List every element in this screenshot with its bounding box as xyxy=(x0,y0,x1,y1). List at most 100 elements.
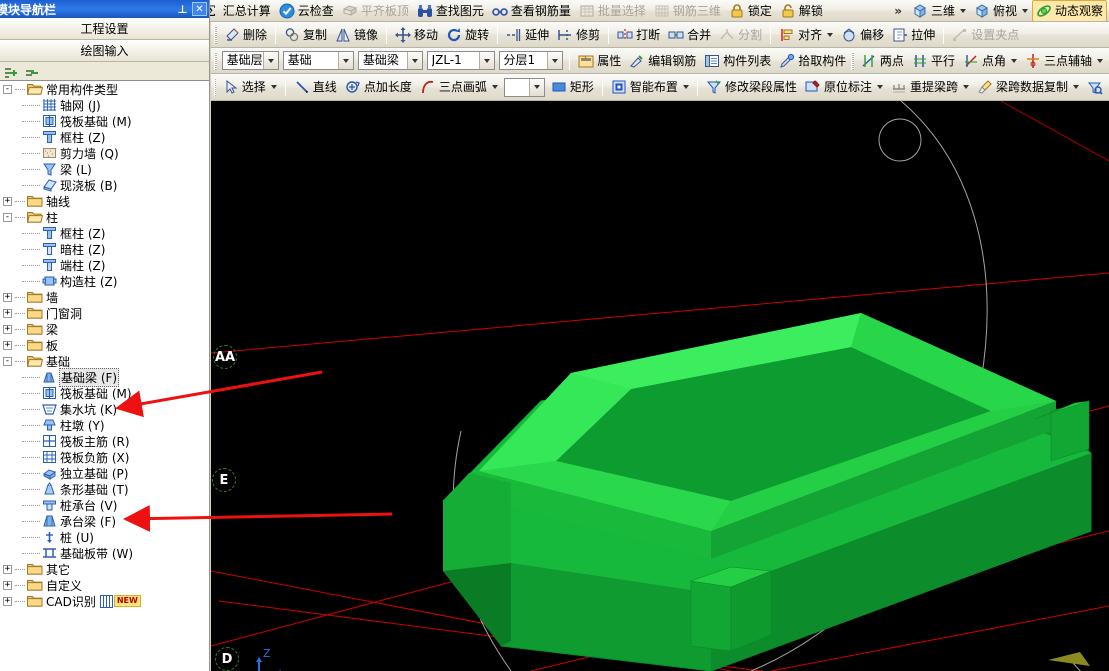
align-caret-icon[interactable] xyxy=(827,32,834,37)
tree-shear-wall[interactable]: 剪力墙 (Q) xyxy=(0,145,209,161)
tree-door-window-opening[interactable]: + 门窗洞 xyxy=(0,305,209,321)
axis-bubble-aa[interactable]: AA xyxy=(213,345,237,369)
find-element-button[interactable]: 查找图元 xyxy=(413,0,488,21)
tree-isolated-foundation[interactable]: 独立基础 (P) xyxy=(0,465,209,481)
delete-button[interactable]: 删除 xyxy=(220,24,271,46)
axis-bubble-d[interactable]: D xyxy=(215,647,239,671)
expand-toggle-icon[interactable]: + xyxy=(3,196,12,206)
select-caret-icon[interactable] xyxy=(270,85,277,89)
tree-slabs[interactable]: + 板 xyxy=(0,337,209,353)
expand-all-icon[interactable] xyxy=(4,65,20,81)
smart-layout-button[interactable]: 智能布置 xyxy=(607,76,693,98)
smart-layout-caret-icon[interactable] xyxy=(682,85,689,89)
re-extract-beam-span-button[interactable]: 重提梁跨 xyxy=(887,76,973,98)
tree-columns[interactable]: -柱 xyxy=(0,209,209,225)
expand-toggle-icon[interactable]: + xyxy=(3,292,12,302)
parallel-button[interactable]: 平行 xyxy=(908,50,959,72)
extend-button[interactable]: 延伸 xyxy=(502,24,553,46)
expand-toggle-icon[interactable]: + xyxy=(3,596,12,606)
tree-frame-column[interactable]: 框柱 (Z) xyxy=(0,225,209,241)
tree-custom[interactable]: + 自定义 xyxy=(0,577,209,593)
beam-query-button[interactable] xyxy=(1083,76,1107,98)
three-point-arc-button[interactable]: 三点画弧 xyxy=(416,76,502,98)
in-situ-annotation-caret-icon[interactable] xyxy=(876,85,883,89)
toolbar-grip[interactable] xyxy=(214,78,216,96)
tree-end-column[interactable]: 端柱 (Z) xyxy=(0,257,209,273)
tree-pile[interactable]: 桩 (U) xyxy=(0,529,209,545)
category-combo[interactable]: 基础 xyxy=(282,51,354,70)
tree-strip-foundation[interactable]: 条形基础 (T) xyxy=(0,481,209,497)
draw-mode-combo[interactable] xyxy=(503,77,545,97)
layer-combo[interactable]: 分层1 xyxy=(498,51,564,70)
edit-rebar-button[interactable]: 编辑钢筋 xyxy=(625,50,700,72)
stretch-button[interactable]: 拉伸 xyxy=(888,24,939,46)
tree-others[interactable]: + 其它 xyxy=(0,561,209,577)
floor-combo[interactable]: 基础层 xyxy=(221,51,279,70)
chevron-down-icon[interactable] xyxy=(262,52,278,69)
tree-foundation-slab-band[interactable]: 基础板带 (W) xyxy=(0,545,209,561)
point-add-length-button[interactable]: 点加长度 xyxy=(341,76,416,98)
tree-hidden-column[interactable]: 暗柱 (Z) xyxy=(0,241,209,257)
toolbar-grip[interactable] xyxy=(851,51,854,70)
dynamic-observe-button[interactable]: 动态观察 xyxy=(1031,0,1107,21)
break-button[interactable]: 打断 xyxy=(613,24,664,46)
tree-foundation-beam[interactable]: 基础梁 (F) xyxy=(0,367,209,387)
tree-beam-common[interactable]: 梁 (L) xyxy=(0,161,209,177)
tree-sump-pit[interactable]: 集水坑 (K) xyxy=(0,401,209,417)
three-point-aux-axis-button[interactable]: 三点辅轴 xyxy=(1021,50,1107,72)
tree-axis-net[interactable]: 轴网 (J) xyxy=(0,97,209,113)
chevron-down-icon[interactable] xyxy=(337,52,353,69)
tree-axis-lines[interactable]: + 轴线 xyxy=(0,193,209,209)
tree-cap-beam[interactable]: 承台梁 (F) xyxy=(0,513,209,529)
tree-raft-main-rebar[interactable]: 筏板主筋 (R) xyxy=(0,433,209,449)
tree-raft-foundation[interactable]: 筏板基础 (M) xyxy=(0,385,209,401)
point-angle-caret-icon[interactable] xyxy=(1010,58,1017,63)
toolbar-grip[interactable] xyxy=(214,51,217,70)
tree-raft-foundation-common[interactable]: 筏板基础 (M) xyxy=(0,113,209,129)
tree-pile-cap[interactable]: 桩承台 (V) xyxy=(0,497,209,513)
chevron-down-icon[interactable] xyxy=(478,52,494,69)
view-top-caret-icon[interactable] xyxy=(1021,8,1028,13)
component-type-combo[interactable]: 基础梁 xyxy=(357,51,423,70)
component-tree[interactable]: - 常用构件类型 轴网 (J) 筏板基础 (M) 框柱 (Z) 剪力墙 (Q) 梁 (L) 现… xyxy=(0,80,209,671)
in-situ-annotation-button[interactable]: 原位标注 xyxy=(801,76,887,98)
unlock-button[interactable]: 解锁 xyxy=(776,0,827,21)
view-3d-button[interactable]: 三维 xyxy=(908,0,970,21)
tree-frame-column-common[interactable]: 框柱 (Z) xyxy=(0,129,209,145)
close-icon[interactable]: ✕ xyxy=(192,2,207,16)
re-extract-beam-span-caret-icon[interactable] xyxy=(962,85,969,89)
lock-button[interactable]: 锁定 xyxy=(725,0,776,21)
beam-span-data-copy-caret-icon[interactable] xyxy=(1073,85,1079,89)
expand-toggle-icon[interactable]: + xyxy=(3,308,12,318)
select-button[interactable]: 选择 xyxy=(219,76,281,98)
tree-raft-negative-rebar[interactable]: 筏板负筋 (X) xyxy=(0,449,209,465)
chevron-down-icon[interactable] xyxy=(547,52,563,69)
axis-bubble-e[interactable]: E xyxy=(212,468,236,492)
collapse-toggle-icon[interactable]: - xyxy=(3,212,12,222)
trim-button[interactable]: 修剪 xyxy=(553,24,604,46)
align-button[interactable]: 对齐 xyxy=(775,24,837,46)
properties-button[interactable]: 属性 xyxy=(574,50,625,72)
component-list-button[interactable]: 构件列表 xyxy=(700,50,775,72)
two-point-button[interactable]: 两点 xyxy=(857,50,908,72)
pin-icon[interactable]: ⊥ xyxy=(175,2,190,16)
tree-cad-recognition[interactable]: + CAD识别 NEW xyxy=(0,593,209,609)
tree-cast-slab[interactable]: 现浇板 (B) xyxy=(0,177,209,193)
view-3d-caret-icon[interactable] xyxy=(959,8,966,13)
tree-beams[interactable]: + 梁 xyxy=(0,321,209,337)
pick-component-button[interactable]: 拾取构件 xyxy=(775,50,850,72)
project-settings-button[interactable]: 工程设置 xyxy=(0,18,209,40)
rotate-button[interactable]: 旋转 xyxy=(442,24,493,46)
collapse-all-icon[interactable] xyxy=(24,65,40,81)
tree-column-pier[interactable]: 柱墩 (Y) xyxy=(0,417,209,433)
point-angle-button[interactable]: 点角 xyxy=(959,50,1021,72)
toolbar-grip[interactable] xyxy=(214,25,217,44)
tree-walls[interactable]: + 墙 xyxy=(0,289,209,305)
beam-span-data-copy-button[interactable]: 梁跨数据复制 xyxy=(973,76,1083,98)
merge-button[interactable]: 合并 xyxy=(664,24,715,46)
expand-toggle-icon[interactable]: + xyxy=(3,580,12,590)
collapse-toggle-icon[interactable]: - xyxy=(3,356,12,366)
tree-structural-column[interactable]: 构造柱 (Z) xyxy=(0,273,209,289)
drawing-input-button[interactable]: 绘图输入 xyxy=(0,40,209,62)
expand-toggle-icon[interactable]: + xyxy=(3,340,12,350)
